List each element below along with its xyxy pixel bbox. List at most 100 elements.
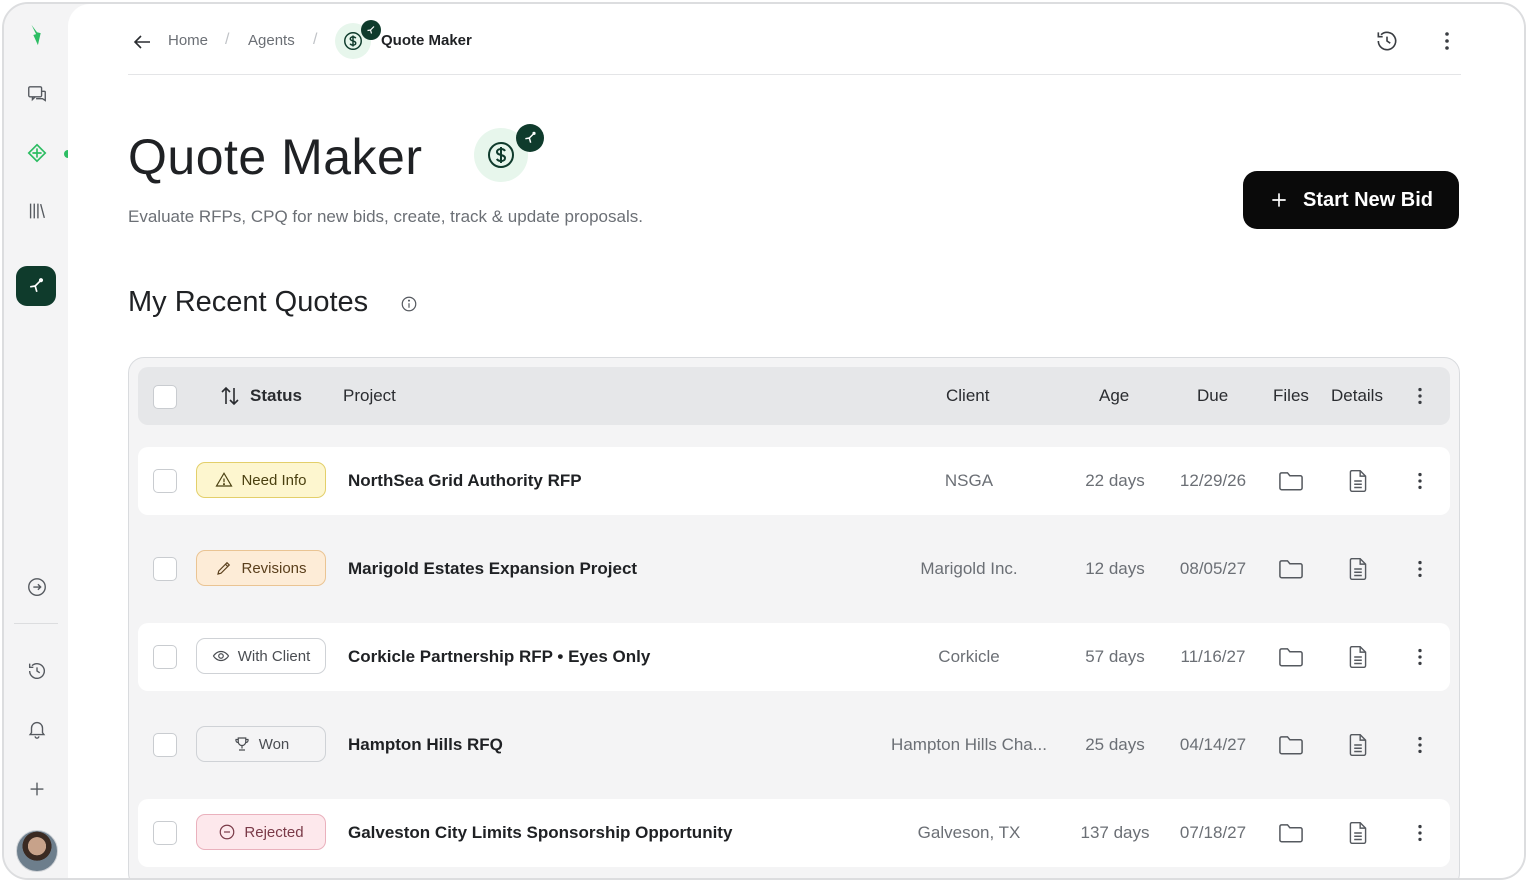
age-value: 22 days	[1085, 471, 1145, 490]
due-date: 08/05/27	[1179, 559, 1247, 578]
pencil-icon	[217, 561, 231, 575]
back-arrow-icon[interactable]	[130, 30, 154, 54]
breadcrumb-current: Quote Maker	[381, 32, 472, 49]
project-name[interactable]: NorthSea Grid Authority RFP	[348, 471, 582, 491]
warning-icon	[215, 472, 234, 487]
folder-icon[interactable]	[1277, 731, 1305, 759]
document-icon[interactable]	[1344, 555, 1372, 583]
sort-icon[interactable]	[218, 384, 242, 408]
header-files: Files	[1273, 386, 1309, 405]
arrow-right-circle-icon[interactable]	[20, 570, 54, 604]
status-label: Rejected	[244, 823, 304, 841]
page-title: Quote Maker	[128, 129, 423, 185]
client-name: Hampton Hills Cha...	[891, 735, 1047, 754]
table-row[interactable]: Rejected Galveston City Limits Sponsorsh…	[138, 799, 1450, 867]
breadcrumb-separator: /	[313, 31, 318, 48]
client-name: Galveson, TX	[917, 823, 1021, 842]
table-row[interactable]: With Client Corkicle Partnership RFP • E…	[138, 623, 1450, 691]
start-new-bid-label: Start New Bid	[1302, 188, 1434, 211]
document-icon[interactable]	[1344, 819, 1372, 847]
chat-icon[interactable]	[20, 78, 54, 112]
table-row[interactable]: Won Hampton Hills RFQ Hampton Hills Cha.…	[138, 711, 1450, 779]
row-checkbox[interactable]	[153, 733, 177, 757]
breadcrumb-agents[interactable]: Agents	[248, 32, 295, 49]
table-row[interactable]: Revisions Marigold Estates Expansion Pro…	[138, 535, 1450, 603]
status-label: Won	[258, 735, 290, 753]
breadcrumb-separator: /	[225, 31, 230, 48]
trophy-icon	[235, 737, 249, 751]
status-label: With Client	[237, 647, 311, 665]
table-row[interactable]: Need Info NorthSea Grid Authority RFP NS…	[138, 447, 1450, 515]
folder-icon[interactable]	[1277, 643, 1305, 671]
library-icon[interactable]	[20, 194, 54, 228]
client-name: Corkicle	[938, 647, 1000, 666]
header-age[interactable]: Age	[1099, 386, 1129, 406]
project-name[interactable]: Corkicle Partnership RFP • Eyes Only	[348, 647, 650, 667]
more-vertical-icon[interactable]	[1409, 556, 1431, 582]
history-icon[interactable]	[20, 654, 54, 688]
more-vertical-icon[interactable]	[1432, 26, 1462, 56]
more-vertical-icon[interactable]	[1409, 732, 1431, 758]
user-avatar[interactable]	[16, 830, 58, 872]
more-vertical-icon[interactable]	[1409, 468, 1431, 494]
agent-badge-icon	[516, 124, 544, 152]
due-date: 12/29/26	[1179, 471, 1247, 490]
folder-icon[interactable]	[1277, 467, 1305, 495]
agent-badge-icon	[361, 20, 381, 40]
document-icon[interactable]	[1344, 731, 1372, 759]
top-bar: Home / Agents / Quote Maker	[128, 4, 1461, 75]
row-checkbox[interactable]	[153, 821, 177, 845]
document-icon[interactable]	[1344, 467, 1372, 495]
folder-icon[interactable]	[1277, 555, 1305, 583]
status-badge-need-info: Need Info	[196, 462, 326, 498]
more-vertical-icon[interactable]	[1409, 644, 1431, 670]
project-name[interactable]: Galveston City Limits Sponsorship Opport…	[348, 823, 732, 843]
more-vertical-icon[interactable]	[1409, 383, 1431, 409]
client-name: NSGA	[944, 471, 994, 490]
age-value: 12 days	[1085, 559, 1145, 578]
row-checkbox[interactable]	[153, 469, 177, 493]
age-value: 137 days	[1080, 823, 1150, 842]
status-badge-won: Won	[196, 726, 326, 762]
status-badge-with-client: With Client	[196, 638, 326, 674]
eye-icon	[212, 650, 229, 662]
project-name[interactable]: Marigold Estates Expansion Project	[348, 559, 637, 579]
breadcrumb-home[interactable]: Home	[168, 32, 208, 49]
client-name: Marigold Inc.	[920, 559, 1018, 578]
status-label: Revisions	[241, 559, 307, 577]
section-title: My Recent Quotes	[128, 286, 369, 318]
agents-diamond-icon[interactable]	[20, 136, 54, 170]
project-name[interactable]: Hampton Hills RFQ	[348, 735, 503, 755]
main-content: Home / Agents / Quote Maker Quote Maker	[68, 4, 1524, 878]
history-icon[interactable]	[1372, 26, 1402, 56]
plus-icon[interactable]	[20, 772, 54, 806]
info-icon[interactable]	[400, 295, 418, 313]
table-header: Status Project Client Age Due Files Deta…	[138, 367, 1450, 425]
status-badge-rejected: Rejected	[196, 814, 326, 850]
header-client[interactable]: Client	[946, 386, 989, 406]
sidebar-quote-maker-agent[interactable]	[16, 266, 56, 306]
bell-icon[interactable]	[20, 712, 54, 746]
select-all-checkbox[interactable]	[153, 385, 177, 409]
start-new-bid-button[interactable]: Start New Bid	[1243, 171, 1459, 229]
header-due[interactable]: Due	[1197, 386, 1228, 406]
logo-bolt-icon[interactable]	[20, 18, 54, 52]
header-details: Details	[1331, 386, 1383, 405]
minus-circle-icon	[220, 824, 235, 840]
age-value: 25 days	[1085, 735, 1145, 754]
folder-icon[interactable]	[1277, 819, 1305, 847]
header-status[interactable]: Status	[250, 386, 302, 406]
document-icon[interactable]	[1344, 643, 1372, 671]
row-checkbox[interactable]	[153, 645, 177, 669]
more-vertical-icon[interactable]	[1409, 820, 1431, 846]
row-checkbox[interactable]	[153, 557, 177, 581]
status-label: Need Info	[241, 471, 307, 489]
header-project[interactable]: Project	[343, 386, 396, 406]
due-date: 11/16/27	[1180, 647, 1246, 666]
due-date: 07/18/27	[1179, 823, 1247, 842]
app-window: Home / Agents / Quote Maker Quote Maker	[2, 2, 1526, 880]
plus-icon	[1272, 193, 1286, 207]
sidebar-bottom	[4, 240, 68, 878]
page-subtitle: Evaluate RFPs, CPQ for new bids, create,…	[128, 207, 643, 226]
status-badge-revisions: Revisions	[196, 550, 326, 586]
